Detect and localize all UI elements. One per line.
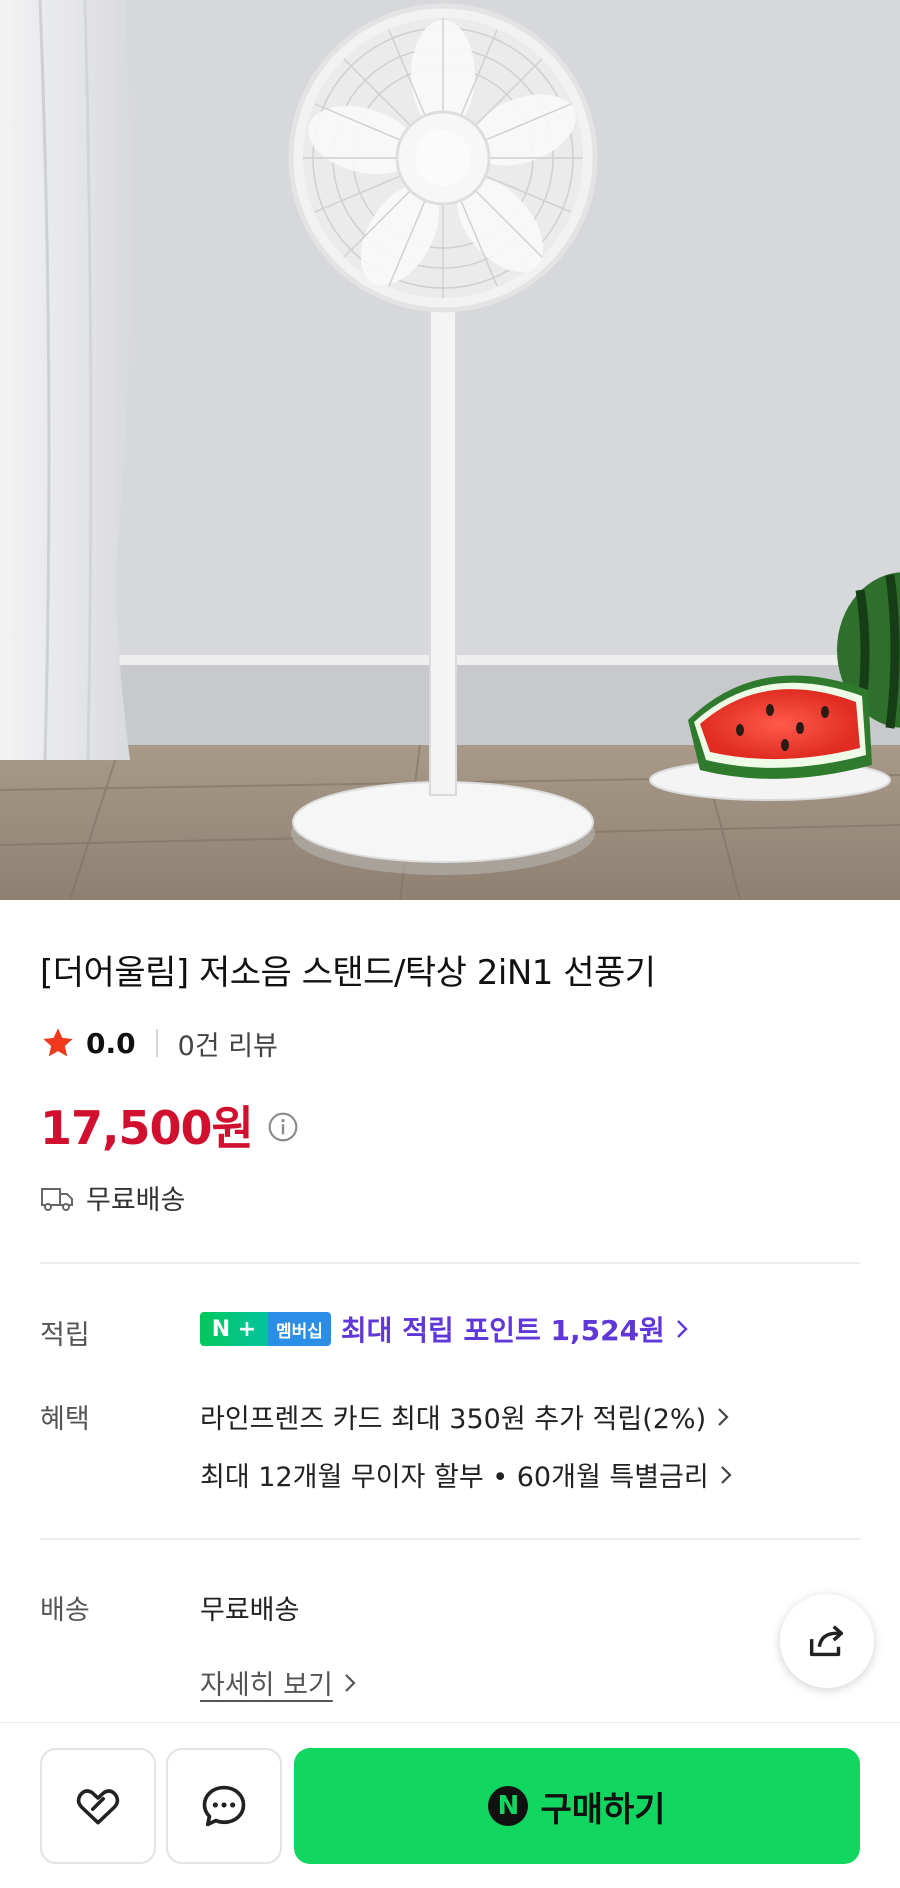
- rating-value: 0.0: [86, 1026, 136, 1060]
- membership-label: 멤버십: [268, 1312, 331, 1346]
- star-icon: [43, 1028, 73, 1057]
- delivery-detail-link[interactable]: 자세히 보기: [200, 1663, 357, 1702]
- nplus-membership-badge: N + 멤버십: [200, 1312, 331, 1346]
- shipping-badge-row: 무료배송: [40, 1178, 185, 1217]
- chat-button[interactable]: [166, 1748, 282, 1864]
- installment-benefit-link[interactable]: 최대 12개월 무이자 할부 • 60개월 특별금리: [200, 1455, 733, 1494]
- divider: [40, 1538, 860, 1540]
- info-icon[interactable]: [267, 1111, 299, 1143]
- chevron-right-icon: [345, 1673, 356, 1692]
- max-points-value: 최대 적립 포인트 1,524원: [340, 1314, 665, 1347]
- divider: [40, 1262, 860, 1264]
- share-button[interactable]: [780, 1594, 874, 1688]
- wishlist-button[interactable]: [40, 1748, 156, 1864]
- delivery-label: 배송: [40, 1595, 90, 1626]
- price-row: 17,500원: [40, 1092, 299, 1158]
- points-label: 적립: [40, 1320, 90, 1351]
- nplus-logo: N +: [200, 1312, 268, 1346]
- buy-label: 구매하기: [540, 1789, 666, 1830]
- price: 17,500원: [40, 1101, 254, 1155]
- fan-illustration: [0, 0, 900, 900]
- truck-icon: [41, 1187, 73, 1211]
- product-title: [더어울림] 저소음 스탠드/탁상 2iN1 선풍기: [40, 953, 656, 993]
- share-icon: [809, 1625, 844, 1657]
- max-points-text: 최대 적립 포인트 1,524원: [341, 1309, 689, 1349]
- chevron-right-icon: [676, 1320, 688, 1338]
- buy-button[interactable]: N 구매하기: [294, 1748, 860, 1864]
- rating-row[interactable]: 0.0 0건 리뷰: [40, 1024, 278, 1063]
- naver-pay-logo: N: [488, 1786, 529, 1826]
- card-benefit-text: 라인프렌즈 카드 최대 350원 추가 적립(2%): [200, 1404, 707, 1435]
- rating-divider: [155, 1029, 158, 1057]
- product-image[interactable]: [0, 0, 900, 900]
- delivery-value: 무료배송: [200, 1595, 300, 1626]
- chat-icon: [202, 1785, 246, 1827]
- delivery-detail-label: 자세히 보기: [200, 1670, 333, 1701]
- points-row[interactable]: N + 멤버십 최대 적립 포인트 1,524원: [200, 1310, 689, 1348]
- installment-benefit-text: 최대 12개월 무이자 할부 • 60개월 특별금리: [200, 1462, 709, 1493]
- chevron-right-icon: [720, 1465, 732, 1484]
- chevron-right-icon: [718, 1407, 729, 1426]
- heart-icon: [76, 1789, 120, 1825]
- review-count[interactable]: 0건 리뷰: [178, 1024, 278, 1063]
- shipping-badge-text: 무료배송: [86, 1185, 186, 1216]
- card-benefit-link[interactable]: 라인프렌즈 카드 최대 350원 추가 적립(2%): [200, 1397, 730, 1436]
- benefits-label: 혜택: [40, 1404, 90, 1435]
